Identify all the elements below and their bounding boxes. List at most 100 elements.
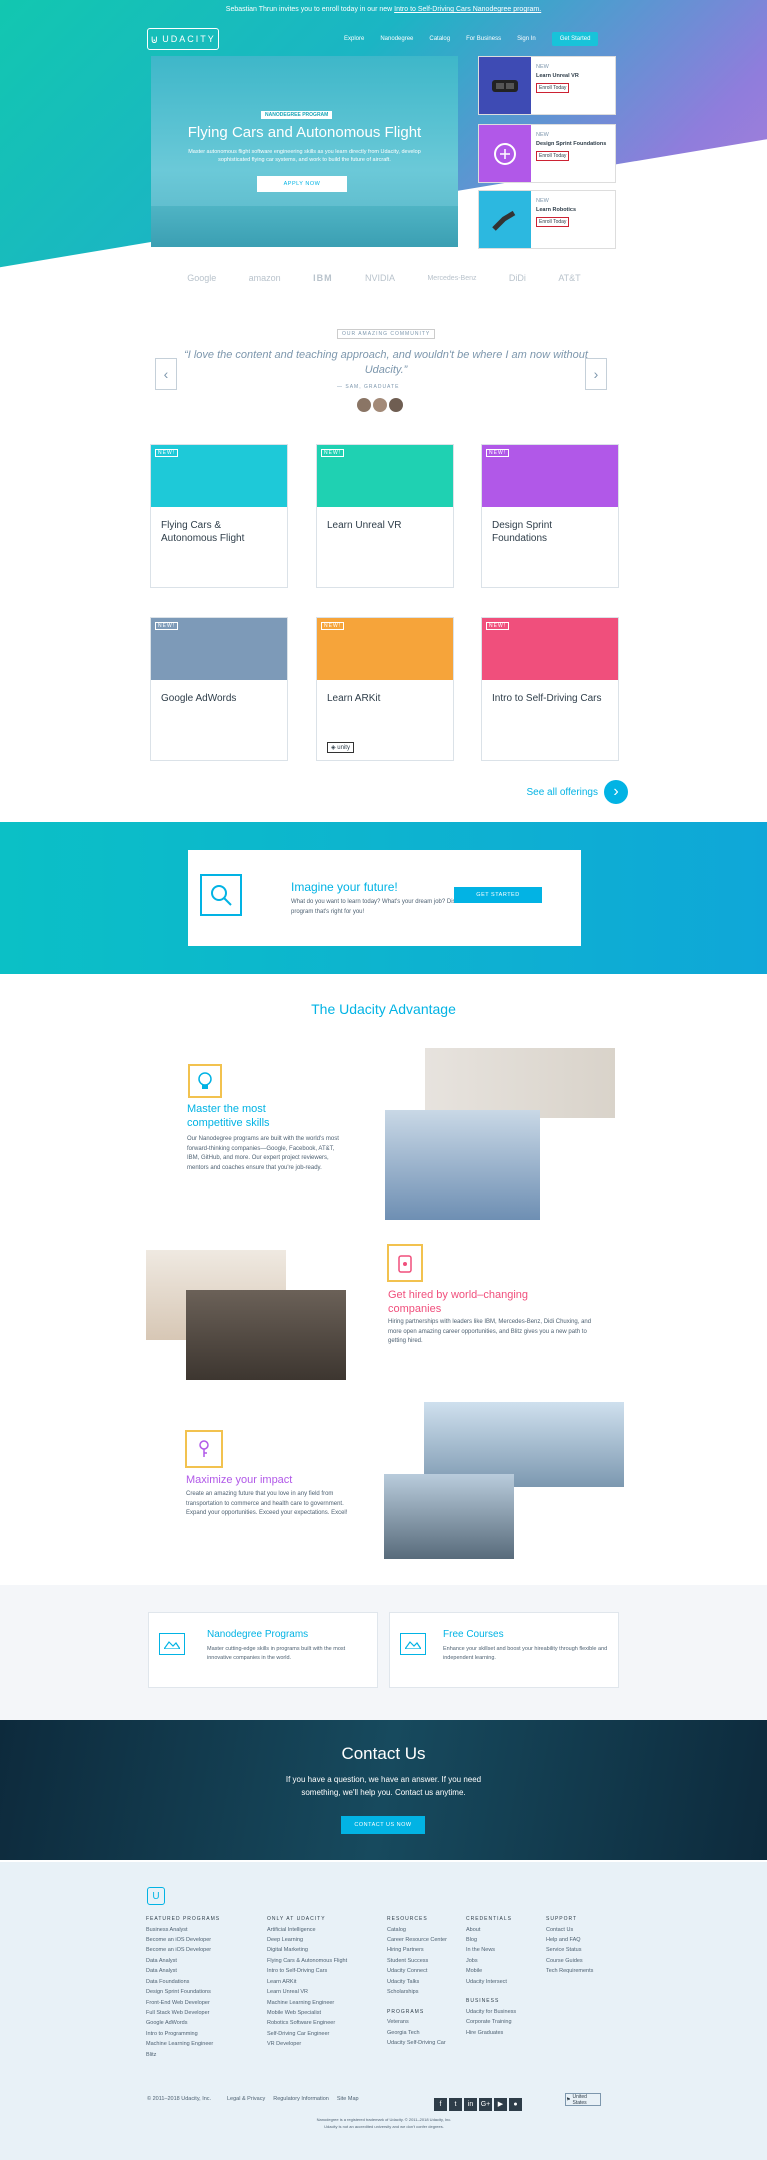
contact-us-button[interactable]: CONTACT US NOW xyxy=(341,1816,425,1834)
main-content-card[interactable]: NEW! Learn ARKit ◈ unity xyxy=(316,617,454,761)
reviews-prev-button[interactable]: ‹ xyxy=(155,358,177,390)
main-content-card[interactable]: NEW! Google AdWords xyxy=(150,617,288,761)
footer-link[interactable]: Become an iOS Developer xyxy=(146,1935,226,1945)
logo[interactable]: ⊍ UDACITY xyxy=(147,28,219,50)
get-started-button[interactable]: Get Started xyxy=(551,32,599,46)
footer-link[interactable]: Data Analyst xyxy=(146,1956,226,1966)
side-card-enroll[interactable]: Enroll Today xyxy=(536,82,570,93)
footer-link[interactable]: Business Analyst xyxy=(146,1925,226,1935)
footer-link[interactable]: About xyxy=(466,1925,541,1935)
footer-link[interactable]: Veterans xyxy=(387,2017,467,2027)
review-quote: “I love the content and teaching approac… xyxy=(184,349,588,377)
nav-explore[interactable]: Explore xyxy=(336,36,372,42)
magnifier-icon xyxy=(200,874,242,916)
main-content-card[interactable]: NEW! Flying Cars & Autonomous Flight xyxy=(150,444,288,588)
footer-link[interactable]: Google AdWords xyxy=(146,2018,226,2028)
get-started-discover-button[interactable]: GET STARTED xyxy=(454,887,542,903)
footer-site-map-column: CREDENTIALS About Blog In the News Jobs … xyxy=(466,1915,541,2038)
footer-link[interactable]: Machine Learning Engineer xyxy=(267,1998,377,2008)
footer-link[interactable]: Self-Driving Car Engineer xyxy=(267,2029,377,2039)
footer-link[interactable]: Catalog xyxy=(387,1925,467,1935)
instagram-icon[interactable]: ● xyxy=(509,2098,522,2111)
footer-link[interactable]: Scholarships xyxy=(387,1987,467,1997)
footer-link[interactable]: Career Resource Center xyxy=(387,1935,467,1945)
main-content-card[interactable]: NEW! Learn Unreal VR xyxy=(316,444,454,588)
facebook-icon[interactable]: f xyxy=(434,2098,447,2111)
footer-link[interactable]: Jobs xyxy=(466,1956,541,1966)
offering-free-courses[interactable]: Free Courses Enhance your skillset and b… xyxy=(389,1612,619,1688)
main-content-card[interactable]: NEW! Design Sprint Foundations xyxy=(481,444,619,588)
footer-regulatory-link[interactable]: Regulatory Information xyxy=(273,2096,329,2102)
footer-link[interactable]: Artificial Intelligence xyxy=(267,1925,377,1935)
footer-link[interactable]: Deep Learning xyxy=(267,1935,377,1945)
footer-link[interactable]: VR Developer xyxy=(267,2039,377,2049)
footer-link[interactable]: Udacity Intersect xyxy=(466,1977,541,1987)
side-card-vr[interactable]: NEW Learn Unreal VR Enroll Today xyxy=(478,56,616,115)
nav-catalog[interactable]: Catalog xyxy=(421,36,458,42)
footer-link[interactable]: Service Status xyxy=(546,1945,626,1955)
side-card-enroll[interactable]: Enroll Today xyxy=(536,216,570,227)
apply-now-button[interactable]: APPLY NOW xyxy=(257,176,347,192)
footer-link[interactable]: Tech Requirements xyxy=(546,1966,626,1976)
side-card-enroll[interactable]: Enroll Today xyxy=(536,150,570,161)
footer-column-heading: CREDENTIALS xyxy=(466,1916,513,1922)
footer-link[interactable]: Mobile Web Specialist xyxy=(267,2008,377,2018)
footer-link[interactable]: Course Guides xyxy=(546,1956,626,1966)
footer-column-heading: ONLY AT UDACITY xyxy=(267,1916,326,1922)
avatar xyxy=(357,398,371,412)
card-title: Learn Unreal VR xyxy=(327,520,402,531)
youtube-icon[interactable]: ▶ xyxy=(494,2098,507,2111)
linkedin-icon[interactable]: in xyxy=(464,2098,477,2111)
side-card-design[interactable]: NEW Design Sprint Foundations Enroll Today xyxy=(478,124,616,183)
main-content-card[interactable]: NEW! Intro to Self-Driving Cars xyxy=(481,617,619,761)
avatar xyxy=(389,398,403,412)
footer-link[interactable]: Become an iOS Developer xyxy=(146,1945,226,1955)
footer-link[interactable]: Hire Graduates xyxy=(466,2028,541,2038)
footer-link[interactable]: Udacity Self-Driving Car xyxy=(387,2038,467,2048)
see-all-offerings-link[interactable]: See all offerings xyxy=(526,787,598,798)
footer-link[interactable]: Front-End Web Developer xyxy=(146,1998,226,2008)
footer-link[interactable]: Machine Learning Engineer xyxy=(146,2039,226,2049)
footer-link[interactable]: Intro to Programming xyxy=(146,2029,226,2039)
footer-link[interactable]: Contact Us xyxy=(546,1925,626,1935)
footer-link[interactable]: Help and FAQ xyxy=(546,1935,626,1945)
footer-link[interactable]: Flying Cars & Autonomous Flight xyxy=(267,1956,377,1966)
footer-link[interactable]: Intro to Self-Driving Cars xyxy=(267,1966,377,1976)
footer-link[interactable]: Udacity Connect xyxy=(387,1966,467,1976)
footer-link[interactable]: Digital Marketing xyxy=(267,1945,377,1955)
enroll-notice-link[interactable]: Intro to Self-Driving Cars Nanodegree pr… xyxy=(394,6,541,13)
footer-link[interactable]: Robotics Software Engineer xyxy=(267,2018,377,2028)
footer-link[interactable]: Learn Unreal VR xyxy=(267,1987,377,1997)
footer-link[interactable]: Udacity for Business xyxy=(466,2007,541,2017)
footer-country-selector[interactable]: ⚑ United States xyxy=(565,2093,601,2106)
nav-sign-in[interactable]: Sign In xyxy=(509,36,544,42)
footer-sitemap-link[interactable]: Site Map xyxy=(337,2096,359,2102)
footer-legal-link[interactable]: Legal & Privacy xyxy=(227,2096,265,2102)
footer-link[interactable]: Data Analyst xyxy=(146,1966,226,1976)
twitter-icon[interactable]: t xyxy=(449,2098,462,2111)
footer-link[interactable]: Full Stack Web Developer xyxy=(146,2008,226,2018)
footer-link[interactable]: Learn ARKit xyxy=(267,1977,377,1987)
offering-nanodegree[interactable]: Nanodegree Programs Master cutting-edge … xyxy=(148,1612,378,1688)
footer-link[interactable]: Mobile xyxy=(466,1966,541,1976)
see-all-offerings-button[interactable]: › xyxy=(604,780,628,804)
footer-link[interactable]: Blog xyxy=(466,1935,541,1945)
footer-link[interactable]: Udacity Talks xyxy=(387,1977,467,1987)
reviews-next-button[interactable]: › xyxy=(585,358,607,390)
contact-title: Contact Us xyxy=(341,1744,426,1763)
footer-link[interactable]: In the News xyxy=(466,1945,541,1955)
footer-link[interactable]: Design Sprint Foundations xyxy=(146,1987,226,1997)
cooperation-with: Google amazon IBM NVIDIA Mercedes-Benz D… xyxy=(151,256,617,300)
card-title: Google AdWords xyxy=(161,693,237,704)
footer-link[interactable]: Blitz xyxy=(146,2050,226,2060)
nav-for-business[interactable]: For Business xyxy=(458,36,509,42)
googleplus-icon[interactable]: G+ xyxy=(479,2098,492,2111)
footer-link[interactable]: Georgia Tech xyxy=(387,2028,467,2038)
footer-logo[interactable]: U xyxy=(147,1887,165,1905)
footer-link[interactable]: Corporate Training xyxy=(466,2017,541,2027)
side-card-robotics[interactable]: NEW Learn Robotics Enroll Today xyxy=(478,190,616,249)
nav-nanodegree[interactable]: Nanodegree xyxy=(372,36,421,42)
footer-link[interactable]: Student Success xyxy=(387,1956,467,1966)
footer-link[interactable]: Data Foundations xyxy=(146,1977,226,1987)
footer-link[interactable]: Hiring Partners xyxy=(387,1945,467,1955)
